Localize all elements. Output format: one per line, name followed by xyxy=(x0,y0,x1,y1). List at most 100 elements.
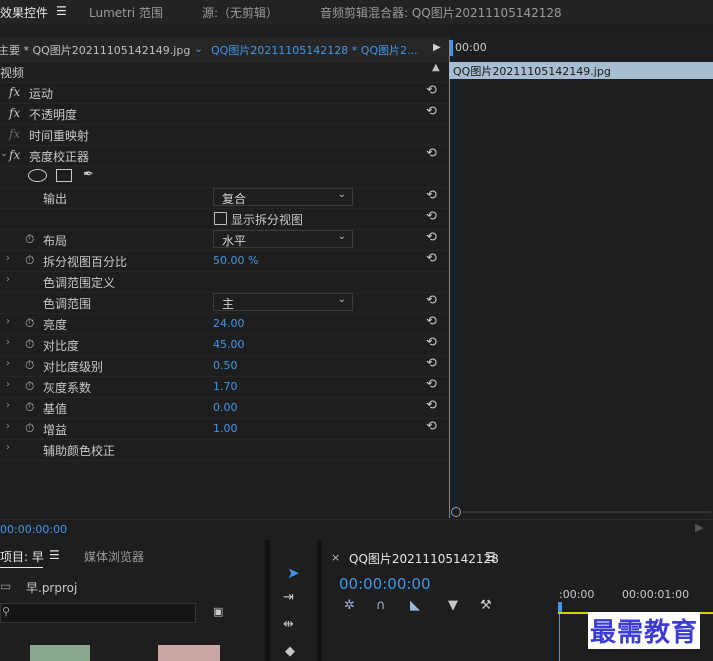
expand-arrow-icon[interactable]: › xyxy=(6,337,10,348)
tools-panel: ➤ ⇥ ⇹ ◆ xyxy=(270,540,317,661)
zoom-scroll-handle[interactable] xyxy=(451,507,461,517)
sequence-timecode[interactable]: 00:00:00:00 xyxy=(339,575,431,593)
effect-motion[interactable]: fx 运动 ⟲ xyxy=(0,82,449,104)
new-bin-icon[interactable]: ▣ xyxy=(213,605,223,618)
close-icon[interactable]: × xyxy=(331,551,340,564)
ruler-start: :00:00 xyxy=(559,588,595,601)
split-view-checkbox[interactable] xyxy=(214,212,227,225)
tab-media-browser[interactable]: 媒体浏览器 xyxy=(84,548,144,565)
reset-icon[interactable]: ⟲ xyxy=(426,83,440,99)
sequence-clip-label[interactable]: QQ图片20211105142128 * QQ图片2... xyxy=(211,42,418,58)
reset-icon[interactable]: ⟲ xyxy=(426,377,440,393)
panel-menu-icon[interactable]: ☰ xyxy=(485,550,496,564)
tab-lumetri-scopes[interactable]: Lumetri 范围 xyxy=(89,4,163,21)
expand-arrow-icon[interactable]: ⌄ xyxy=(0,148,8,159)
reset-icon[interactable]: ⟲ xyxy=(426,209,440,225)
effect-time-remap[interactable]: fx 时间重映射 xyxy=(0,124,449,146)
chevron-down-icon: ⌄ xyxy=(337,189,346,200)
fx-icon[interactable]: fx xyxy=(9,148,20,162)
watermark-text: 最需教育 xyxy=(588,612,701,649)
marker-icon[interactable]: ▼ xyxy=(448,598,458,613)
expand-arrow-icon[interactable]: › xyxy=(6,253,10,264)
stopwatch-icon[interactable]: ⏱ xyxy=(25,316,34,331)
play-arrow-icon[interactable]: ▶ xyxy=(433,42,441,53)
reset-icon[interactable]: ⟲ xyxy=(426,146,440,162)
stopwatch-icon[interactable]: ⏱ xyxy=(25,232,34,247)
reset-icon[interactable]: ⟲ xyxy=(426,314,440,330)
project-file-name: 早.prproj xyxy=(26,581,78,595)
playhead-marker[interactable] xyxy=(449,40,453,56)
param-label: 输出 xyxy=(43,192,68,206)
param-value[interactable]: 1.70 xyxy=(213,380,238,393)
thumbnail-1[interactable] xyxy=(30,645,90,661)
snap-icon[interactable]: ✲ xyxy=(344,598,355,613)
reset-icon[interactable]: ⟲ xyxy=(426,230,440,246)
effect-brightness-corrector[interactable]: ⌄ fx 亮度校正器 ⟲ xyxy=(0,145,449,167)
tab-effect-controls[interactable]: 效果控件 xyxy=(0,4,48,21)
section-video: 视频 xyxy=(0,66,25,80)
stopwatch-icon[interactable]: ⏱ xyxy=(25,379,34,394)
expand-arrow-icon[interactable]: › xyxy=(6,379,10,390)
collapse-icon[interactable]: ▲ xyxy=(432,62,446,78)
param-secondary-color: › 辅助颜色校正 xyxy=(0,439,449,461)
param-value[interactable]: 50.00 % xyxy=(213,254,258,267)
thumbnail-2[interactable] xyxy=(158,645,220,661)
expand-arrow-icon[interactable]: › xyxy=(6,274,10,285)
param-value[interactable]: 24.00 xyxy=(213,317,245,330)
param-contrast-level: › ⏱ 对比度级别 0.50 ⟲ xyxy=(0,355,449,377)
clip-bar[interactable]: QQ图片20211105142149.jpg xyxy=(449,62,713,79)
reset-icon[interactable]: ⟲ xyxy=(426,356,440,372)
linked-selection-icon[interactable]: ◣ xyxy=(410,598,420,613)
rectangle-mask-icon[interactable] xyxy=(56,169,72,182)
reset-icon[interactable]: ⟲ xyxy=(426,335,440,351)
expand-arrow-icon[interactable]: › xyxy=(6,442,10,453)
ellipse-mask-icon[interactable] xyxy=(28,169,47,182)
reset-icon[interactable]: ⟲ xyxy=(426,419,440,435)
chevron-down-icon[interactable]: ⌄ xyxy=(194,42,203,55)
expand-arrow-icon[interactable]: › xyxy=(6,400,10,411)
fx-icon[interactable]: fx xyxy=(9,85,20,99)
reset-icon[interactable]: ⟲ xyxy=(426,251,440,267)
panel-menu-icon[interactable]: ☰ xyxy=(56,4,67,18)
effect-controls-footer: 00:00:00:00 ▶ xyxy=(0,519,713,540)
param-value[interactable]: 0.50 xyxy=(213,359,238,372)
param-value[interactable]: 45.00 xyxy=(213,338,245,351)
play-icon[interactable]: ▶ xyxy=(695,521,703,534)
reset-icon[interactable]: ⟲ xyxy=(426,293,440,309)
master-clip-label[interactable]: 主要 * QQ图片20211105142149.jpg xyxy=(0,42,190,58)
param-value[interactable]: 0.00 xyxy=(213,401,238,414)
expand-arrow-icon[interactable]: › xyxy=(6,358,10,369)
sequence-tab[interactable]: QQ图片20211105142128 xyxy=(349,550,499,567)
panel-menu-icon[interactable]: ☰ xyxy=(49,548,60,562)
sequence-playhead[interactable] xyxy=(558,602,562,612)
tab-source[interactable]: 源:（无剪辑） xyxy=(202,4,278,21)
layout-dropdown[interactable]: 水平 ⌄ xyxy=(213,230,353,248)
expand-arrow-icon[interactable]: › xyxy=(6,316,10,327)
stopwatch-icon[interactable]: ⏱ xyxy=(25,421,34,436)
tab-project[interactable]: 项目: 早 xyxy=(0,548,44,565)
track-select-tool-icon[interactable]: ⇥ xyxy=(283,590,294,605)
ripple-edit-tool-icon[interactable]: ⇹ xyxy=(283,617,294,632)
pen-mask-icon[interactable]: ✒ xyxy=(83,167,94,182)
footer-timecode[interactable]: 00:00:00:00 xyxy=(0,523,67,536)
reset-icon[interactable]: ⟲ xyxy=(426,104,440,120)
stopwatch-icon[interactable]: ⏱ xyxy=(25,358,34,373)
stopwatch-icon[interactable]: ⏱ xyxy=(25,337,34,352)
effect-opacity[interactable]: fx 不透明度 ⟲ xyxy=(0,103,449,125)
stopwatch-icon[interactable]: ⏱ xyxy=(25,253,34,268)
reset-icon[interactable]: ⟲ xyxy=(426,398,440,414)
tab-audio-clip-mixer[interactable]: 音频剪辑混合器: QQ图片20211105142128 xyxy=(320,4,562,21)
selection-tool-icon[interactable]: ➤ xyxy=(287,564,300,582)
fx-icon[interactable]: fx xyxy=(9,106,20,120)
project-search-input[interactable]: ⚲ xyxy=(0,603,196,623)
output-dropdown[interactable]: 复合 ⌄ xyxy=(213,188,353,206)
stopwatch-icon[interactable]: ⏱ xyxy=(25,400,34,415)
razor-tool-icon[interactable]: ◆ xyxy=(285,644,295,659)
reset-icon[interactable]: ⟲ xyxy=(426,188,440,204)
wrench-icon[interactable]: ⚒ xyxy=(480,598,492,613)
expand-arrow-icon[interactable]: › xyxy=(6,421,10,432)
tonal-range-dropdown[interactable]: 主 ⌄ xyxy=(213,293,353,311)
magnet-icon[interactable]: ∩ xyxy=(376,598,386,613)
zoom-scroll-track[interactable] xyxy=(463,511,711,513)
param-value[interactable]: 1.00 xyxy=(213,422,238,435)
